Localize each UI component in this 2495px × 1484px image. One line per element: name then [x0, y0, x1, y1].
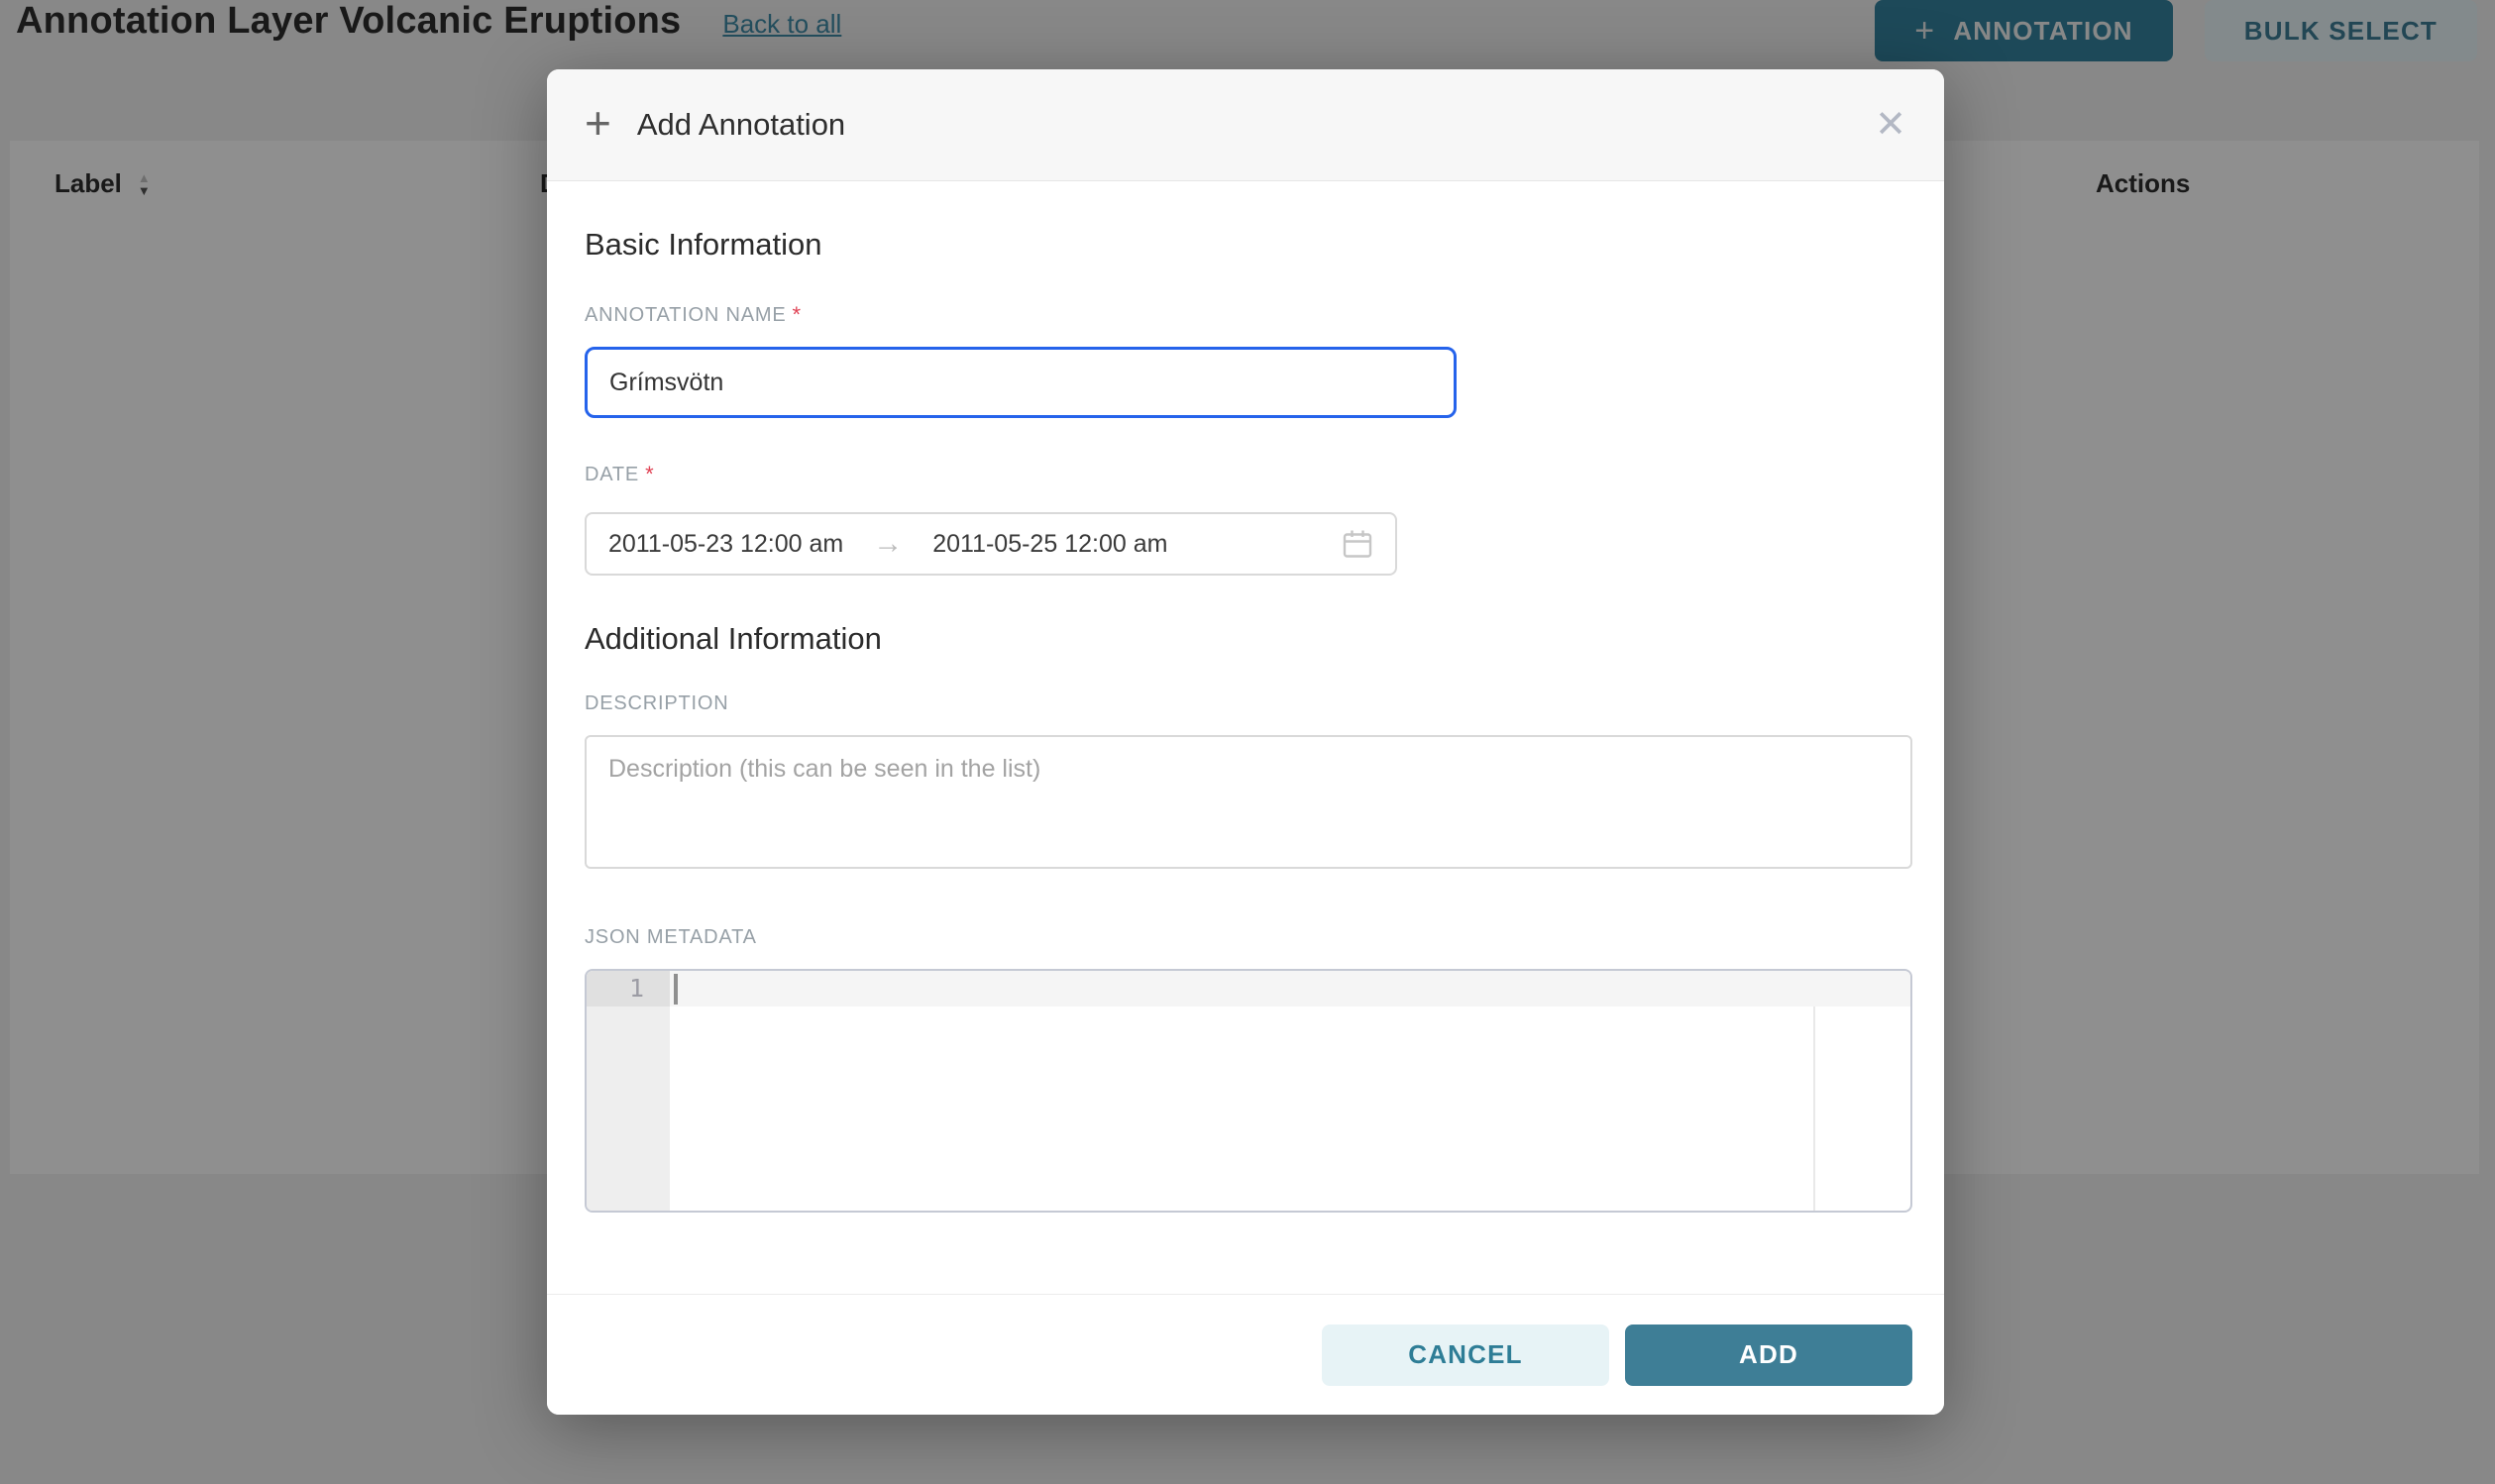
editor-line-number: 1 [587, 971, 670, 1007]
modal-title: Add Annotation [637, 107, 845, 143]
date-end-value[interactable]: 2011-05-25 12:00 am [932, 530, 1167, 559]
description-textarea[interactable] [585, 735, 1912, 869]
add-annotation-modal: + Add Annotation ✕ Basic Information ANN… [547, 69, 1944, 1415]
description-label-text: DESCRIPTION [585, 692, 728, 715]
editor-active-line [670, 971, 1910, 1007]
add-button[interactable]: ADD [1625, 1325, 1912, 1386]
json-metadata-editor[interactable]: 1 [585, 969, 1912, 1213]
section-basic-information: Basic Information [585, 227, 1912, 263]
add-button-label: ADD [1739, 1339, 1798, 1370]
json-metadata-label: JSON METADATA [585, 926, 1912, 949]
section-additional-information: Additional Information [585, 621, 1912, 657]
annotation-name-label: ANNOTATION NAME * [585, 304, 1912, 327]
editor-gutter: 1 [587, 971, 670, 1211]
modal-footer: CANCEL ADD [547, 1294, 1944, 1415]
editor-print-margin [1813, 971, 1815, 1211]
date-range-picker[interactable]: 2011-05-23 12:00 am → 2011-05-25 12:00 a… [585, 512, 1397, 576]
cancel-button[interactable]: CANCEL [1322, 1325, 1609, 1386]
annotation-name-label-text: ANNOTATION NAME [585, 304, 786, 327]
modal-body: Basic Information ANNOTATION NAME * DATE… [547, 181, 1944, 1294]
date-label: DATE * [585, 464, 1912, 486]
swap-right-icon: → [873, 529, 903, 559]
screen: Annotation Layer Volcanic Eruptions Back… [0, 0, 2495, 1484]
editor-text-cursor [674, 974, 678, 1005]
calendar-icon[interactable] [1342, 528, 1373, 560]
required-asterisk: * [645, 464, 654, 485]
cancel-button-label: CANCEL [1408, 1339, 1523, 1370]
annotation-name-input[interactable] [585, 347, 1457, 418]
date-label-text: DATE [585, 464, 639, 486]
modal-header: + Add Annotation ✕ [547, 69, 1944, 181]
json-metadata-label-text: JSON METADATA [585, 926, 757, 949]
plus-icon: + [585, 100, 611, 146]
date-start-value[interactable]: 2011-05-23 12:00 am [608, 530, 843, 559]
required-asterisk: * [792, 304, 801, 326]
close-icon[interactable]: ✕ [1875, 106, 1906, 144]
description-label: DESCRIPTION [585, 692, 1912, 715]
